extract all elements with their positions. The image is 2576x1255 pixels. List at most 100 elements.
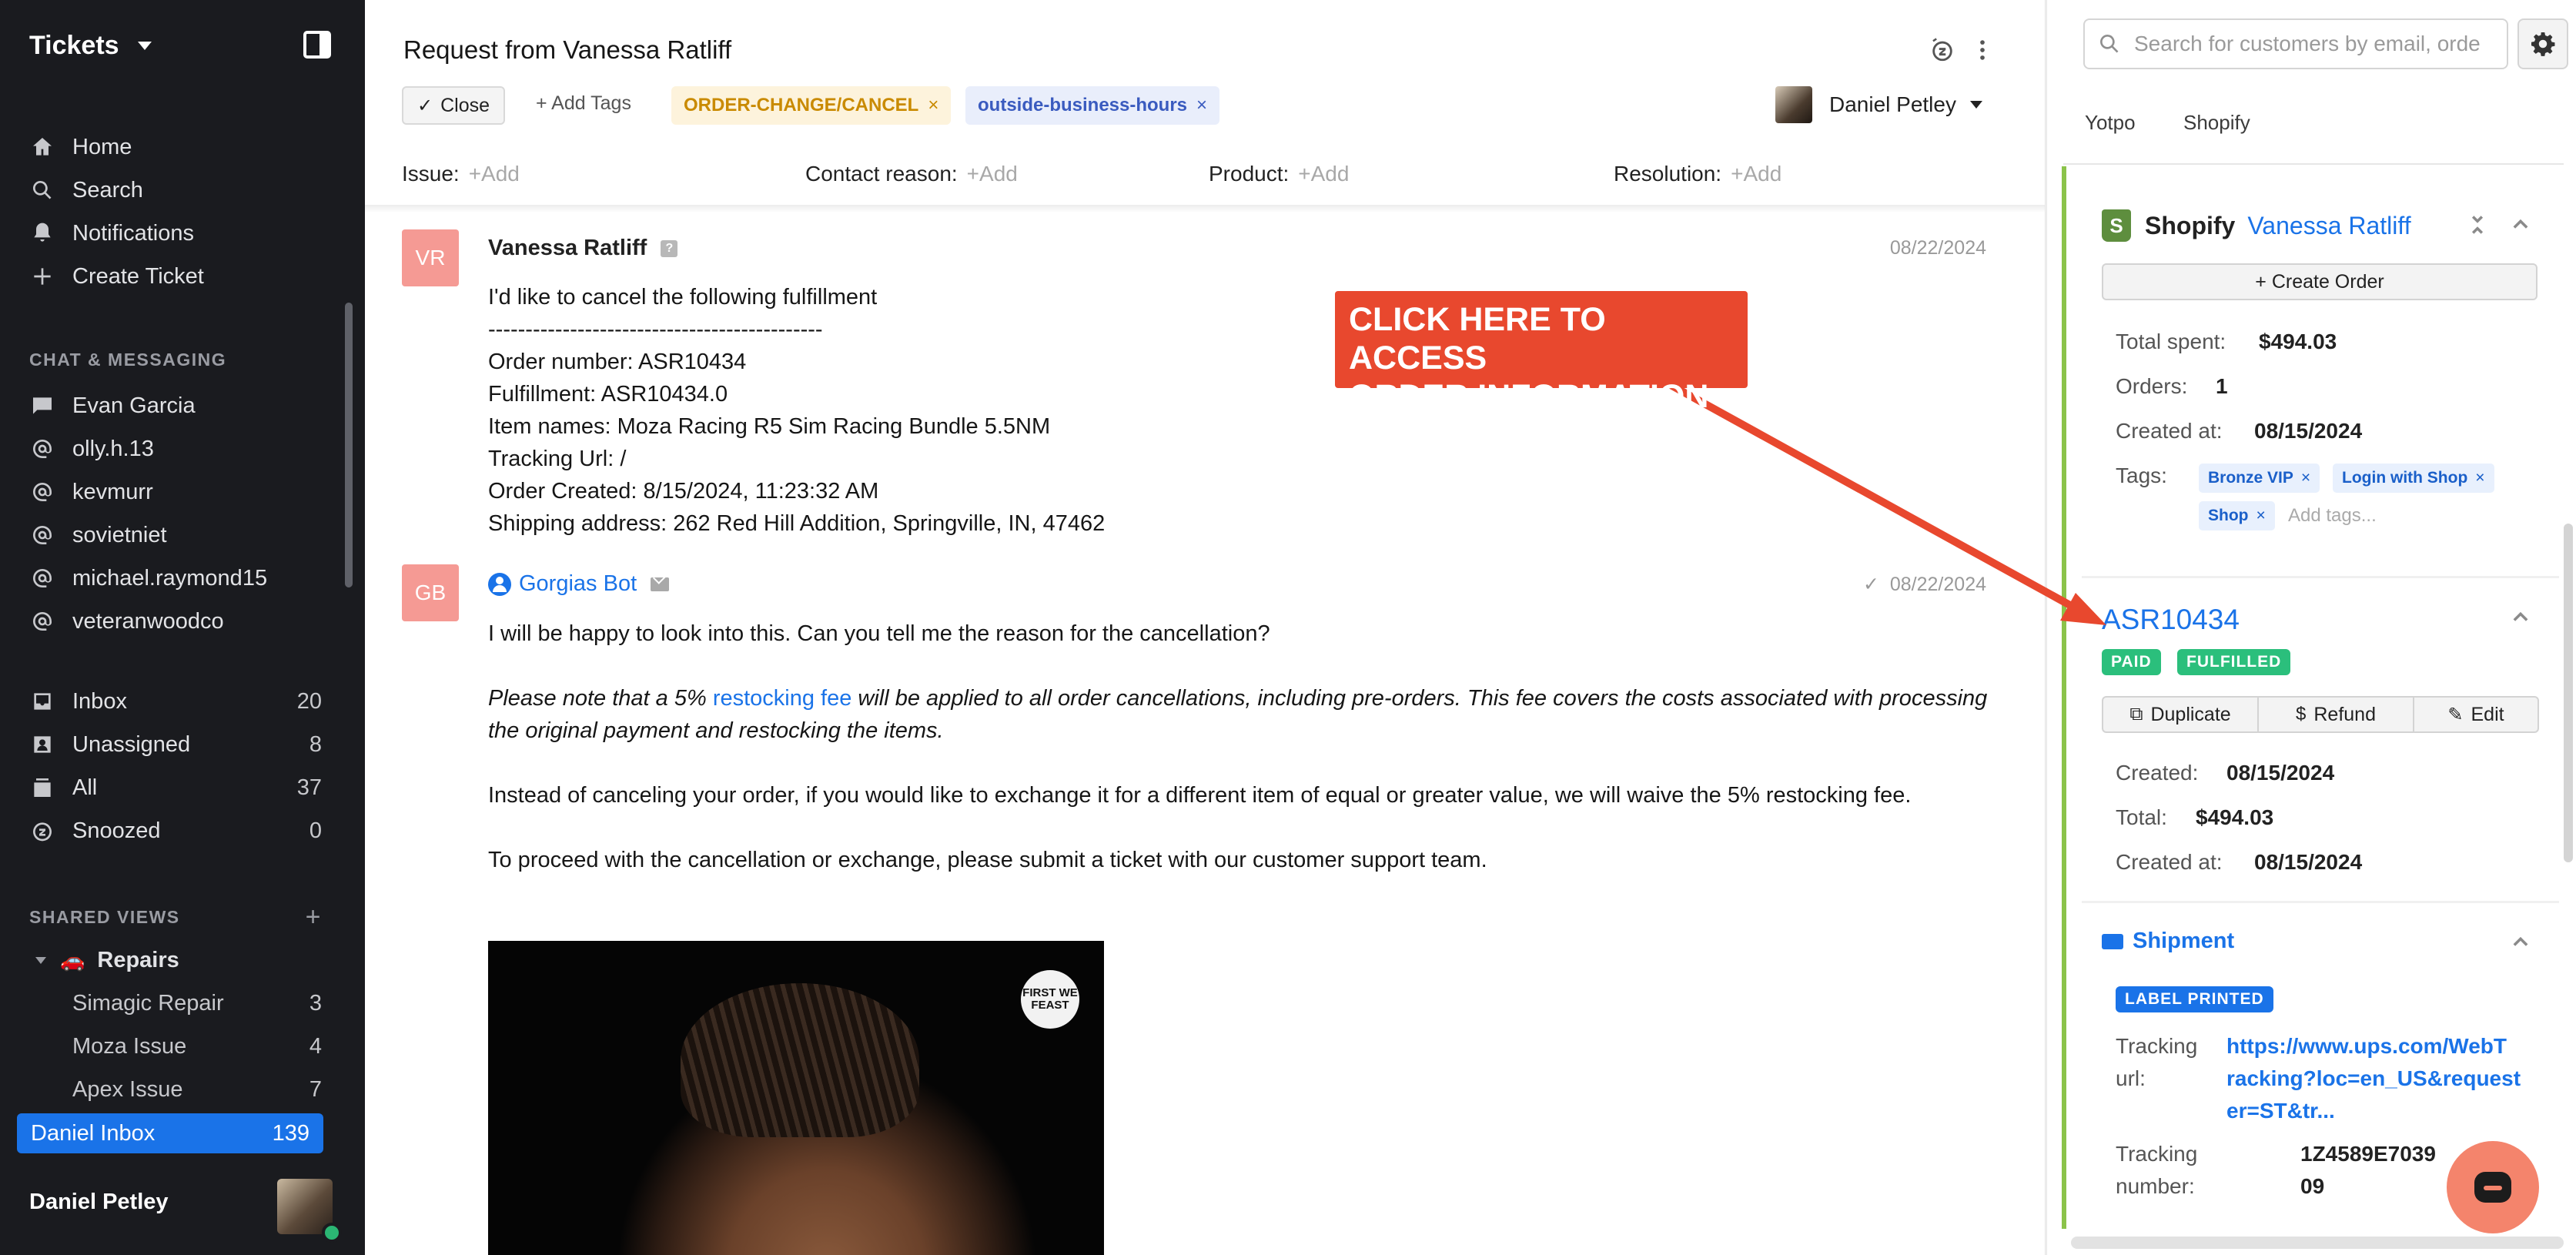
field-resolution: Resolution: +Add [1614, 162, 1781, 186]
inbox-icon [29, 688, 55, 715]
chevron-down-icon[interactable] [137, 41, 152, 50]
nav-notifications[interactable]: Notifications [29, 215, 322, 252]
shared-view-repairs[interactable]: 🚗 Repairs [35, 942, 322, 979]
view-unassigned[interactable]: Unassigned 8 [29, 726, 322, 763]
message-date: 08/22/2024 [1889, 237, 1986, 259]
shared-view-simagic-repair[interactable]: Simagic Repair 3 [72, 985, 322, 1022]
view-count: 7 [309, 1076, 322, 1102]
view-all[interactable]: All 37 [29, 769, 322, 806]
view-snoozed[interactable]: Snoozed 0 [29, 812, 322, 849]
vertical-scrollbar[interactable] [2564, 524, 2573, 862]
snooze-icon [29, 818, 55, 844]
message-paragraph: Please note that a 5% restocking fee wil… [488, 682, 1997, 747]
orders-value: 1 [2216, 374, 2228, 398]
remove-tag-icon[interactable]: × [1196, 95, 1207, 116]
shipment-header[interactable]: Shipment [2102, 929, 2234, 954]
chat-item-kevmurr[interactable]: kevmurr [29, 474, 322, 510]
repairs-label: Repairs [97, 947, 179, 972]
refund-button[interactable]: $ Refund [2259, 698, 2414, 731]
tab-shopify[interactable]: Shopify [2183, 111, 2250, 135]
close-ticket-button[interactable]: ✓ Close [402, 86, 506, 125]
create-order-button[interactable]: + Create Order [2102, 263, 2538, 300]
collapse-all-icon[interactable] [2467, 214, 2488, 236]
chat-item-sovietniet[interactable]: sovietniet [29, 517, 322, 554]
nav-notifications-label: Notifications [72, 220, 194, 246]
duplicate-button[interactable]: ⧉ Duplicate [2103, 698, 2259, 731]
caret-down-icon[interactable] [35, 956, 46, 964]
chat-item-michael[interactable]: michael.raymond15 [29, 560, 322, 597]
remove-tag-icon[interactable]: × [928, 95, 938, 116]
pencil-icon: ✎ [2447, 704, 2464, 725]
customer-link[interactable]: Vanessa Ratliff [2247, 212, 2410, 240]
add-issue-button[interactable]: +Add [469, 162, 520, 186]
gif-subject [681, 983, 919, 1137]
avatar: VR [402, 229, 459, 286]
gif-attachment[interactable]: FIRST WE FEAST [488, 941, 1104, 1255]
nav-home[interactable]: Home [29, 129, 322, 166]
more-options-icon[interactable] [1969, 37, 1996, 63]
restocking-fee-link[interactable]: restocking fee [713, 686, 852, 711]
value-line: 1Z4589E7039 [2300, 1142, 2436, 1166]
add-shared-view-button[interactable]: + [306, 902, 322, 932]
chat-item-veteranwoodco[interactable]: veteranwoodco [29, 603, 322, 640]
remove-tag-icon[interactable]: × [2301, 469, 2310, 487]
shared-view-apex-issue[interactable]: Apex Issue 7 [72, 1071, 322, 1108]
view-inbox[interactable]: Inbox 20 [29, 683, 322, 720]
order-link[interactable]: ASR10434 [2102, 604, 2240, 636]
horizontal-scrollbar[interactable] [2071, 1237, 2564, 1249]
kv-label: Created: [2116, 761, 2199, 785]
chat-item-label: Evan Garcia [72, 393, 196, 418]
divider [365, 205, 2046, 213]
tag-outside-business-hours[interactable]: outside-business-hours × [965, 86, 1220, 125]
order-created-value: 08/15/2024 [2226, 761, 2335, 785]
author-name[interactable]: Vanessa Ratliff [488, 236, 647, 261]
remove-tag-icon[interactable]: × [2257, 507, 2266, 525]
sidebar-title[interactable]: Tickets [29, 31, 119, 61]
chat-item-olly[interactable]: olly.h.13 [29, 430, 322, 467]
nav-search[interactable]: Search [29, 172, 322, 209]
home-icon [29, 134, 55, 160]
customer-tag-shop[interactable]: Shop × [2199, 501, 2275, 530]
author-name[interactable]: Gorgias Bot [519, 571, 637, 597]
add-tags-button[interactable]: + Add Tags [536, 92, 631, 115]
settings-button[interactable] [2517, 18, 2568, 69]
add-customer-tags-input[interactable]: Add tags... [2288, 505, 2377, 527]
customer-search-input[interactable]: Search for customers by email, orde [2083, 18, 2508, 69]
edit-button[interactable]: ✎ Edit [2414, 698, 2538, 731]
add-contact-reason-button[interactable]: +Add [967, 162, 1018, 186]
customer-tag-bronze-vip[interactable]: Bronze VIP × [2199, 464, 2320, 493]
view-count: 8 [309, 731, 322, 757]
instagram-icon [29, 565, 55, 591]
tracking-url-link[interactable]: https://www.ups.com/WebT racking?loc=en_… [2226, 1030, 2521, 1127]
label-line: url: [2116, 1066, 2146, 1090]
unknown-channel-icon: ? [661, 239, 678, 257]
car-icon: 🚗 [60, 948, 85, 972]
assignee-dropdown[interactable]: Daniel Petley [1775, 86, 1982, 123]
active-integration-bar [2062, 166, 2066, 1229]
customer-tag-login-with-shop[interactable]: Login with Shop × [2333, 464, 2494, 493]
current-user-name[interactable]: Daniel Petley [29, 1190, 169, 1215]
nav-create-ticket-label: Create Ticket [72, 263, 204, 289]
check-icon: ✓ [417, 95, 433, 116]
remove-tag-icon[interactable]: × [2475, 469, 2484, 487]
nav-create-ticket[interactable]: Create Ticket [29, 258, 322, 295]
support-chat-button[interactable] [2447, 1141, 2539, 1233]
sidebar-scrollbar[interactable] [345, 303, 353, 587]
view-daniel-inbox[interactable]: Daniel Inbox 139 [17, 1113, 323, 1153]
message-body: I'd like to cancel the following fulfill… [488, 281, 1997, 540]
ticket-title[interactable]: Request from Vanessa Ratliff [403, 35, 731, 65]
message-author: Vanessa Ratliff ? [488, 236, 678, 261]
chevron-up-icon[interactable] [2510, 214, 2531, 236]
chat-item-evan-garcia[interactable]: Evan Garcia [29, 387, 322, 424]
chevron-up-icon[interactable] [2510, 932, 2531, 953]
tag-order-change-cancel[interactable]: ORDER-CHANGE/CANCEL × [671, 86, 952, 125]
plus-icon [29, 263, 55, 289]
snooze-icon[interactable] [1929, 37, 1955, 63]
add-product-button[interactable]: +Add [1298, 162, 1349, 186]
chevron-up-icon[interactable] [2510, 607, 2531, 628]
sidebar-toggle-icon[interactable] [303, 31, 331, 59]
add-resolution-button[interactable]: +Add [1731, 162, 1781, 186]
view-label: Moza Issue [72, 1033, 187, 1059]
shared-view-moza-issue[interactable]: Moza Issue 4 [72, 1028, 322, 1065]
tab-yotpo[interactable]: Yotpo [2085, 111, 2136, 135]
